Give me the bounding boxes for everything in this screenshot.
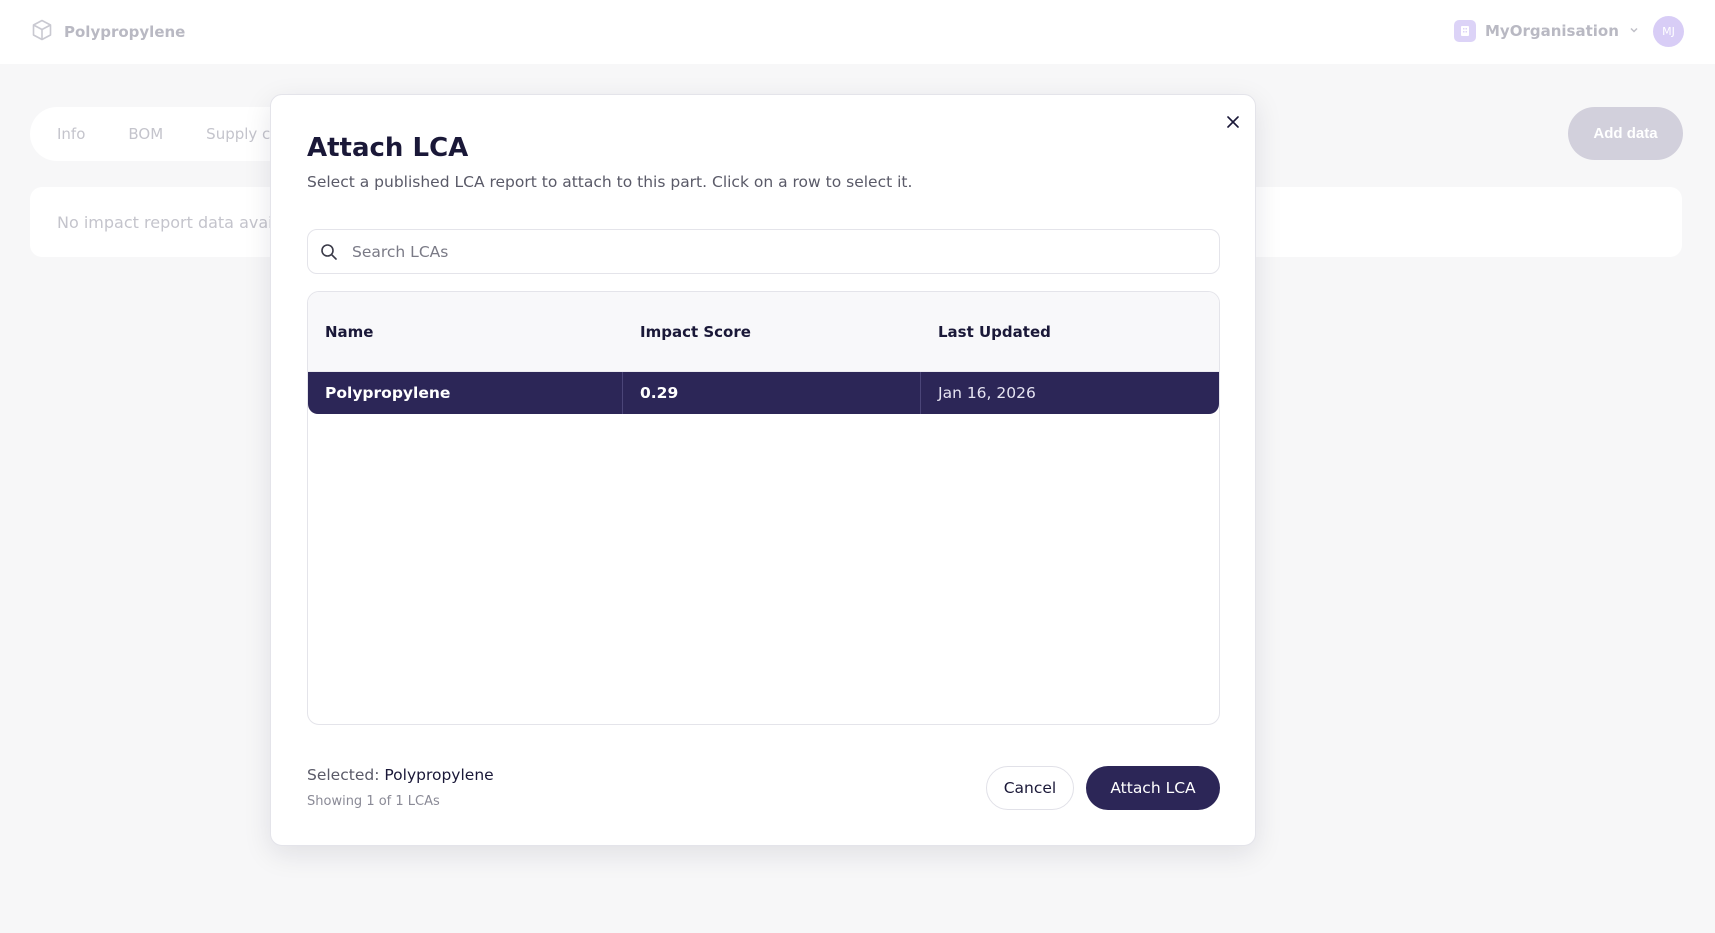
- search-input[interactable]: [352, 242, 1202, 261]
- cancel-button[interactable]: Cancel: [986, 766, 1074, 810]
- tab-info[interactable]: Info: [57, 125, 85, 143]
- table-header: Name Impact Score Last Updated: [308, 292, 1219, 372]
- column-header-impact-score[interactable]: Impact Score: [623, 323, 921, 341]
- attach-lca-dialog: Attach LCA Select a published LCA report…: [270, 94, 1256, 846]
- empty-state-text: No impact report data availab: [57, 213, 297, 232]
- lca-table: Name Impact Score Last Updated Polypropy…: [307, 291, 1220, 725]
- cell-last-updated: Jan 16, 2026: [938, 384, 1036, 402]
- org-name: MyOrganisation: [1485, 22, 1619, 40]
- close-icon: [1226, 114, 1240, 133]
- chevron-down-icon: [1628, 24, 1640, 39]
- add-data-button[interactable]: Add data: [1568, 107, 1683, 160]
- brand[interactable]: Polypropylene: [30, 18, 185, 46]
- top-bar: Polypropylene MyOrganisation MJ: [0, 0, 1715, 64]
- tab-supply-chain[interactable]: Supply ch: [206, 125, 280, 143]
- close-button[interactable]: [1219, 109, 1247, 137]
- selected-value: Polypropylene: [384, 766, 494, 784]
- selection-summary: Selected: Polypropylene: [307, 766, 494, 784]
- cell-name: Polypropylene: [308, 372, 623, 414]
- building-icon: [1454, 20, 1476, 42]
- column-header-last-updated[interactable]: Last Updated: [921, 323, 1219, 341]
- brand-name: Polypropylene: [64, 23, 186, 41]
- org-switcher[interactable]: MyOrganisation: [1454, 20, 1640, 42]
- dialog-description: Select a published LCA report to attach …: [307, 173, 913, 191]
- tab-bom[interactable]: BOM: [128, 125, 163, 143]
- cube-icon: [30, 18, 54, 46]
- search-icon: [320, 243, 338, 261]
- table-row[interactable]: Polypropylene 0.29 Jan 16, 2026: [308, 372, 1219, 414]
- result-count: Showing 1 of 1 LCAs: [307, 794, 440, 809]
- dialog-title: Attach LCA: [307, 133, 469, 163]
- cell-impact-score: 0.29: [623, 372, 921, 414]
- avatar[interactable]: MJ: [1653, 16, 1684, 47]
- attach-lca-button[interactable]: Attach LCA: [1086, 766, 1220, 810]
- search-box: [307, 229, 1220, 274]
- selected-label: Selected:: [307, 766, 380, 784]
- column-header-name[interactable]: Name: [308, 323, 623, 341]
